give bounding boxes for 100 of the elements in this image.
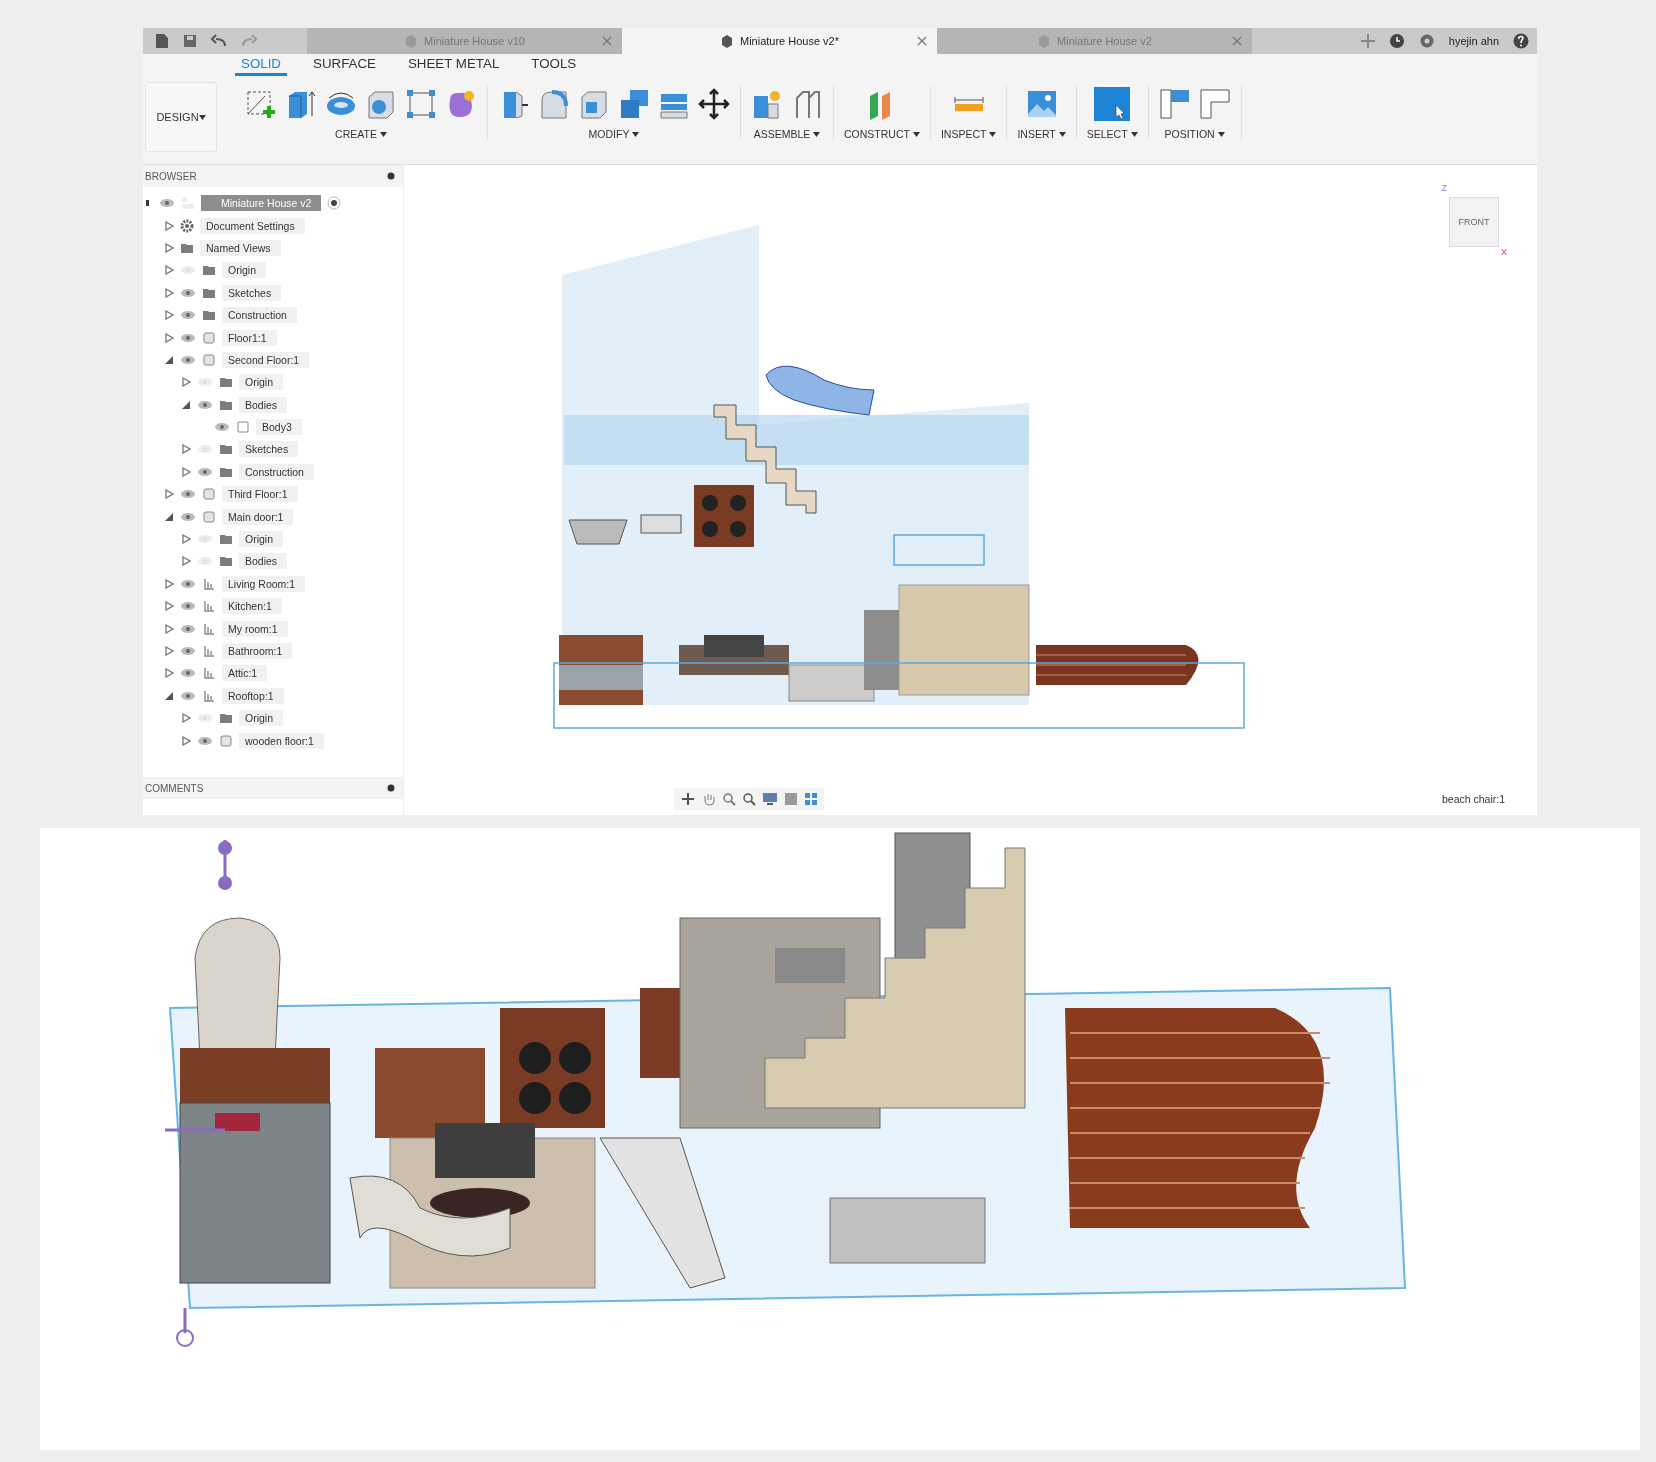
collapsed-triangle-icon[interactable] <box>164 489 174 500</box>
cube-hole-icon[interactable] <box>365 88 397 120</box>
user-name[interactable]: hyejin ahn <box>1448 35 1499 47</box>
move-icon[interactable] <box>698 88 730 120</box>
pin-icon[interactable] <box>387 784 395 792</box>
settings-icon[interactable] <box>1418 33 1435 49</box>
collapsed-triangle-icon[interactable] <box>181 534 191 545</box>
toolbar-tab[interactable]: TOOLS <box>525 54 583 76</box>
tree-item[interactable]: Floor1:1 <box>222 329 277 346</box>
grid-icon[interactable] <box>784 792 798 806</box>
toolbar-tab[interactable]: SHEET METAL <box>401 54 506 76</box>
tree-item[interactable]: Bathroom:1 <box>222 643 293 659</box>
eye-icon[interactable] <box>180 354 196 365</box>
eye-icon[interactable] <box>197 735 213 746</box>
collapsed-triangle-icon[interactable] <box>181 556 191 567</box>
eye-icon[interactable] <box>180 489 196 500</box>
collapsed-triangle-icon[interactable] <box>164 332 174 343</box>
eye-icon[interactable] <box>159 198 175 209</box>
expanded-triangle-icon[interactable] <box>164 690 174 701</box>
collapsed-triangle-icon[interactable] <box>181 735 191 746</box>
tree-item[interactable]: Origin <box>239 531 283 548</box>
tree-item[interactable]: Attic:1 <box>222 665 268 682</box>
help-icon[interactable] <box>1513 33 1529 49</box>
eye-icon[interactable] <box>180 332 196 343</box>
file-icon[interactable] <box>155 33 169 49</box>
tool-group-menu[interactable]: CREATE <box>335 128 387 140</box>
tree-item[interactable]: wooden floor:1 <box>239 732 324 749</box>
cursor-icon[interactable] <box>1094 87 1131 121</box>
save-icon[interactable] <box>183 34 197 48</box>
collapsed-triangle-icon[interactable] <box>181 444 191 455</box>
undo-icon[interactable] <box>211 34 227 48</box>
tree-item[interactable]: Construction <box>222 307 297 324</box>
eye-icon[interactable] <box>180 690 196 701</box>
tool-group-menu[interactable]: SELECT <box>1086 128 1138 140</box>
cube-star-icon[interactable] <box>751 88 783 120</box>
eye-icon[interactable] <box>180 578 196 589</box>
eye-icon[interactable] <box>197 399 213 410</box>
layout-icon[interactable] <box>804 792 818 806</box>
collapsed-triangle-icon[interactable] <box>164 242 174 253</box>
tree-item[interactable]: Named Views <box>200 239 281 256</box>
square-plus-icon[interactable] <box>245 88 277 120</box>
expanded-triangle-icon[interactable] <box>164 354 174 365</box>
orbit-icon[interactable] <box>680 792 696 806</box>
radio-icon[interactable] <box>327 196 342 211</box>
collapsed-triangle-icon[interactable] <box>164 578 174 589</box>
eye-icon[interactable] <box>180 601 196 612</box>
eye-icon[interactable] <box>180 310 196 321</box>
tree-item[interactable]: Body3 <box>256 419 302 436</box>
tree-item[interactable]: Document Settings <box>200 217 305 234</box>
tree-item[interactable]: Rooftop:1 <box>222 687 284 704</box>
eye-icon[interactable] <box>180 646 196 656</box>
tree-item[interactable]: Main door:1 <box>222 508 294 525</box>
rounded-cube-icon[interactable] <box>538 88 570 120</box>
pin-icon[interactable] <box>387 172 395 180</box>
collapsed-triangle-icon[interactable] <box>164 265 174 276</box>
eye-icon[interactable] <box>180 511 196 522</box>
tree-item[interactable]: Bodies <box>239 553 288 570</box>
eye-icon[interactable] <box>214 422 230 433</box>
tree-item[interactable]: Construction <box>239 463 314 480</box>
rectangle-points-icon[interactable] <box>405 88 437 120</box>
tool-group-menu[interactable]: INSPECT <box>940 128 997 140</box>
collapsed-triangle-icon[interactable] <box>164 623 174 634</box>
tool-group-menu[interactable]: CONSTRUCT <box>844 128 920 140</box>
collapsed-triangle-icon[interactable] <box>164 310 174 321</box>
tool-group-menu[interactable]: POSITION <box>1164 128 1225 140</box>
collapsed-triangle-icon[interactable] <box>164 220 174 231</box>
align-icon[interactable] <box>1158 88 1191 120</box>
tree-item[interactable]: Living Room:1 <box>222 575 306 592</box>
workspace-menu[interactable]: DESIGN <box>145 82 217 152</box>
collapsed-triangle-icon[interactable] <box>181 713 191 724</box>
eye-icon[interactable] <box>180 668 196 679</box>
collapsed-triangle-icon[interactable] <box>164 646 174 656</box>
eye-icon[interactable] <box>197 466 213 477</box>
tree-item[interactable]: Kitchen:1 <box>222 598 282 615</box>
tree-item[interactable]: Second Floor:1 <box>222 351 310 368</box>
tree-item[interactable]: My room:1 <box>222 620 288 637</box>
document-tab[interactable]: Miniature House v2* <box>622 28 937 54</box>
expanded-triangle-icon[interactable] <box>164 511 174 522</box>
view-cube[interactable]: FRONT <box>1449 197 1499 247</box>
tool-group-menu[interactable]: ASSEMBLE <box>753 128 821 140</box>
stacked-cubes-icon[interactable] <box>618 88 650 120</box>
clock-icon[interactable] <box>1388 33 1405 49</box>
tree-item[interactable]: Bodies <box>239 396 288 413</box>
image-icon[interactable] <box>1025 88 1058 120</box>
search-icon[interactable] <box>742 792 756 806</box>
eye-icon[interactable] <box>180 287 196 298</box>
tree-item[interactable]: Sketches <box>222 284 282 301</box>
collapsed-triangle-icon[interactable] <box>181 377 191 388</box>
eye-icon[interactable] <box>180 623 196 634</box>
tree-item[interactable]: Third Floor:1 <box>222 486 298 503</box>
display-icon[interactable] <box>762 792 778 806</box>
tool-group-menu[interactable]: INSERT <box>1017 128 1066 140</box>
collapsed-triangle-icon[interactable] <box>164 287 174 298</box>
hand-icon[interactable] <box>702 792 716 806</box>
collapsed-triangle-icon[interactable] <box>181 466 191 477</box>
close-icon[interactable] <box>917 36 927 46</box>
tree-item[interactable]: Sketches <box>239 441 299 458</box>
tool-group-menu[interactable]: MODIFY <box>588 128 640 140</box>
toolbar-tab[interactable]: SOLID <box>235 54 287 76</box>
hollow-cube-icon[interactable] <box>578 88 610 120</box>
